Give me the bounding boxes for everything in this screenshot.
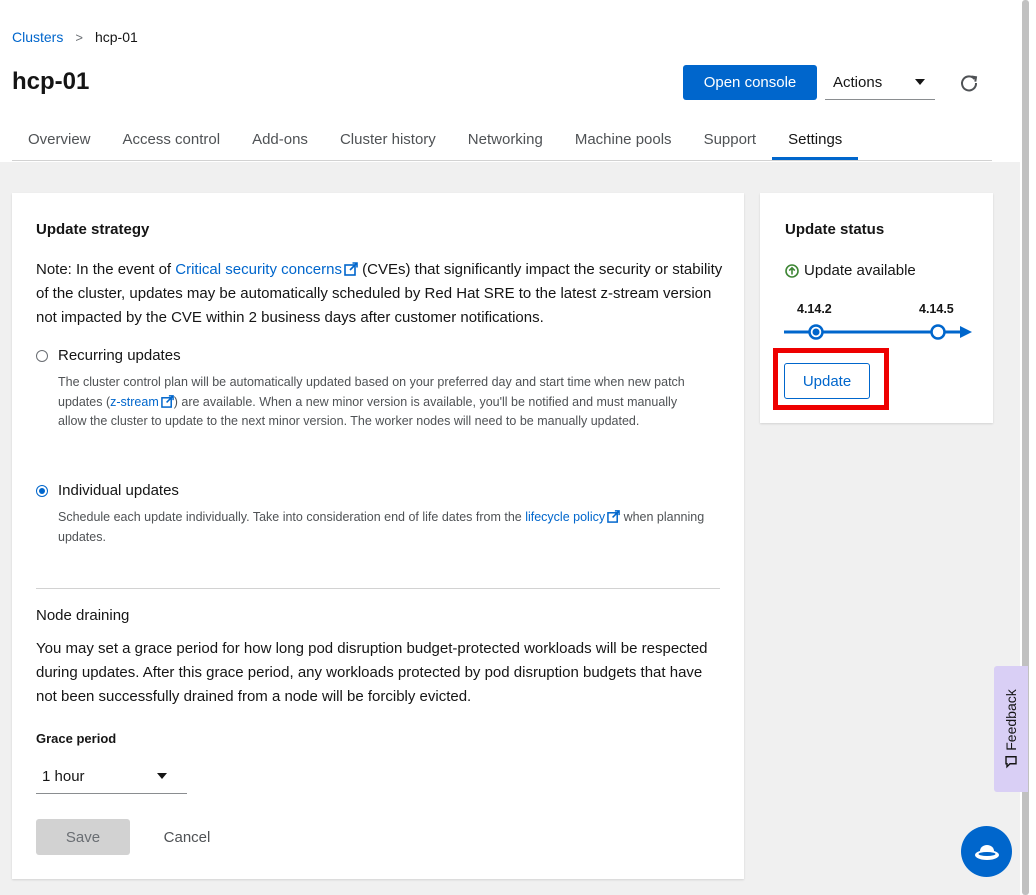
tab-machine-pools[interactable]: Machine pools (559, 120, 688, 160)
caret-down-icon (157, 773, 167, 779)
actions-label: Actions (833, 73, 883, 91)
chat-bubble-icon (1005, 756, 1017, 769)
arrow-circle-up-icon (785, 263, 799, 278)
lifecycle-policy-link[interactable]: lifecycle policy (525, 510, 605, 524)
open-console-button[interactable]: Open console (683, 65, 817, 100)
individual-help-text: Schedule each update individually. Take … (58, 508, 708, 547)
current-version: 4.14.2 (797, 302, 832, 316)
recurring-updates-radio[interactable]: Recurring updates (36, 347, 181, 364)
section-divider (36, 588, 720, 589)
version-progress-track (784, 324, 972, 340)
redhat-hat-icon (974, 844, 999, 860)
feedback-label: Feedback (1003, 689, 1019, 751)
caret-down-icon (915, 79, 925, 85)
breadcrumb-separator: > (75, 29, 83, 45)
update-strategy-title: Update strategy (36, 221, 150, 238)
cve-note: Note: In the event of Critical security … (36, 258, 726, 330)
highlight-box (773, 348, 889, 410)
actions-dropdown[interactable]: Actions (825, 65, 935, 100)
feedback-label-wrap: Feedback (1003, 689, 1019, 769)
assistant-chat-button[interactable] (961, 826, 1012, 877)
tab-add-ons[interactable]: Add-ons (236, 120, 324, 160)
node-draining-title: Node draining (36, 607, 130, 624)
individual-radio-circle[interactable] (36, 484, 48, 497)
external-link-icon (607, 510, 620, 523)
feedback-tab[interactable]: Feedback (994, 666, 1028, 792)
individual-updates-label: Individual updates (58, 482, 179, 499)
tab-cluster-history[interactable]: Cluster history (324, 120, 452, 160)
grace-period-select[interactable]: 1 hour (36, 759, 187, 794)
cve-note-prefix: Note: In the event of (36, 261, 176, 278)
cluster-tabs: Overview Access control Add-ons Cluster his… (12, 120, 992, 161)
node-draining-description: You may set a grace period for how long … (36, 640, 708, 705)
breadcrumb: Clusters > hcp-01 (12, 29, 138, 45)
recurring-updates-label: Recurring updates (58, 347, 181, 364)
individual-help-1: Schedule each update individually. Take … (58, 510, 526, 524)
tab-overview[interactable]: Overview (12, 120, 107, 160)
z-stream-link[interactable]: z-stream (110, 395, 159, 409)
page-title: hcp-01 (12, 68, 90, 95)
cancel-button[interactable]: Cancel (140, 819, 234, 855)
recurring-help-text: The cluster control plan will be automat… (58, 373, 708, 432)
tab-networking[interactable]: Networking (452, 120, 559, 160)
grace-period-label: Grace period (36, 731, 117, 746)
recurring-radio-circle[interactable] (36, 349, 48, 362)
tab-settings[interactable]: Settings (772, 120, 859, 160)
breadcrumb-clusters-link[interactable]: Clusters (12, 29, 63, 45)
external-link-icon (160, 394, 174, 408)
update-available-status: Update available (785, 262, 916, 279)
save-button[interactable]: Save (36, 819, 130, 855)
page-header: Clusters > hcp-01 hcp-01 Open console Ac… (0, 0, 1020, 162)
update-available-text: Update available (804, 262, 916, 279)
update-status-title: Update status (785, 221, 885, 238)
breadcrumb-current: hcp-01 (94, 29, 138, 45)
tab-access-control[interactable]: Access control (107, 120, 237, 160)
tab-support[interactable]: Support (688, 120, 773, 160)
external-link-icon (344, 262, 358, 276)
target-version: 4.14.5 (919, 302, 954, 316)
critical-security-concerns-link[interactable]: Critical security concerns (175, 261, 342, 278)
individual-updates-radio[interactable]: Individual updates (36, 482, 179, 499)
grace-period-value: 1 hour (42, 767, 85, 785)
refresh-icon[interactable] (957, 71, 981, 95)
